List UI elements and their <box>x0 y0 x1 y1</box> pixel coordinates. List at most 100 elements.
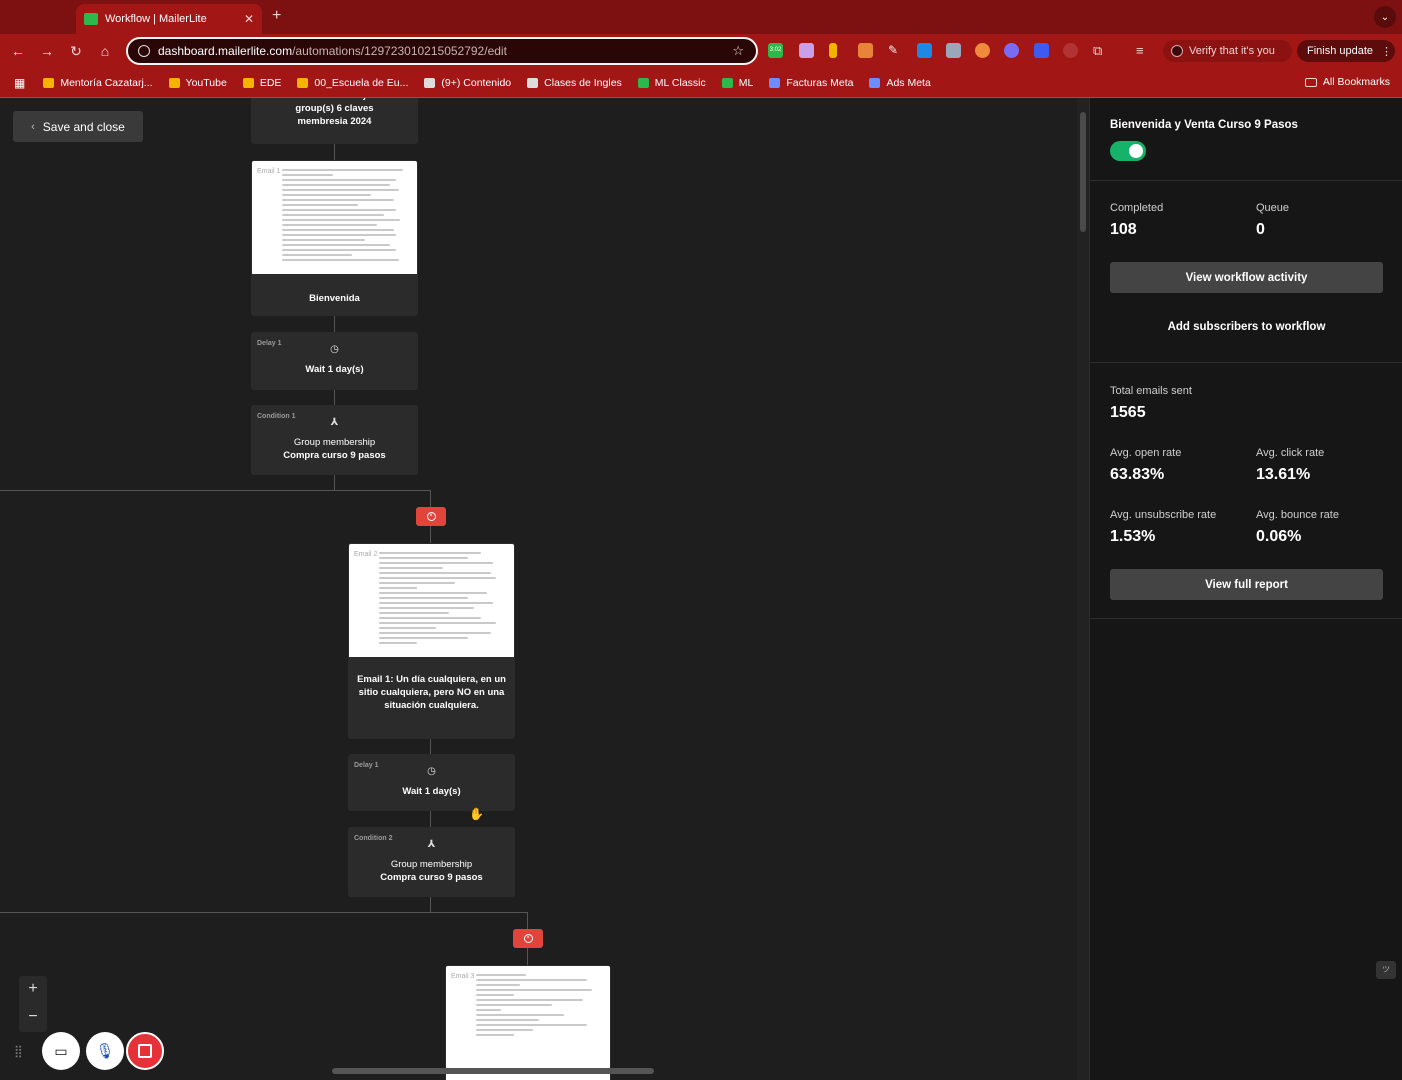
stop-recording-button[interactable] <box>126 1032 164 1070</box>
open-rate-label: Avg. open rate <box>1110 447 1182 459</box>
click-rate-label: Avg. click rate <box>1256 447 1325 459</box>
close-circle-icon: × <box>426 512 436 521</box>
trigger-node[interactable]: When subscriber joins group(s) 6 claves … <box>251 98 418 144</box>
condition-node-1[interactable]: Condition 1 ⅄ Group membership Compra cu… <box>251 405 418 475</box>
extension-camera-icon[interactable] <box>946 43 961 58</box>
bookmark-item[interactable]: 00_Escuela de Eu... <box>297 77 408 89</box>
bookmark-label: Ads Meta <box>886 76 931 89</box>
finish-update-button[interactable]: Finish update ⋮ <box>1297 40 1395 62</box>
extension-tag-icon[interactable] <box>1034 43 1049 58</box>
click-rate-value: 13.61% <box>1256 466 1311 483</box>
queue-label: Queue <box>1256 202 1290 214</box>
email-preview-thumbnail: Email 3 <box>446 966 610 1080</box>
widget-face-icon[interactable]: ツ <box>1376 961 1396 979</box>
workflow-name: Bienvenida y Venta Curso 9 Pasos <box>1110 119 1298 131</box>
back-arrow-icon[interactable]: ← <box>8 41 28 61</box>
bookmark-item[interactable]: EDE <box>242 77 281 89</box>
tab-search-chevron-icon[interactable]: ⌄ <box>1374 6 1396 28</box>
email-preview-thumbnail: Email 2 <box>349 544 514 657</box>
clock-icon: ◷ <box>427 766 436 777</box>
bookmark-item[interactable]: ML <box>721 77 753 89</box>
connector-line <box>430 739 431 754</box>
extension-arrow-icon[interactable] <box>917 43 932 58</box>
panel-divider <box>1090 180 1402 181</box>
bookmark-icon <box>869 77 881 88</box>
email-preview-lines <box>379 549 506 647</box>
bookmark-label: (9+) Contenido <box>441 76 512 89</box>
bookmark-item[interactable]: ML Classic <box>637 76 706 89</box>
extension-shield-icon[interactable] <box>1004 43 1019 58</box>
zoom-in-button[interactable]: + <box>19 976 47 1004</box>
delay-node-1[interactable]: Delay 1 ◷ Wait 1 day(s) <box>251 332 418 390</box>
scrollbar-thumb[interactable] <box>1080 112 1086 232</box>
canvas-horizontal-scrollbar[interactable] <box>332 1068 654 1074</box>
site-info-icon[interactable] <box>138 45 150 57</box>
bookmark-item[interactable]: (9+) Contenido <box>424 77 511 89</box>
recorder-grid-icon[interactable]: ⣿ <box>14 1044 28 1058</box>
condition-node-2[interactable]: Condition 2 ⅄ Group membership Compra cu… <box>348 827 515 897</box>
reload-icon[interactable]: ↻ <box>66 41 86 61</box>
close-tab-icon[interactable]: ✕ <box>244 12 254 26</box>
extension-bulb-icon[interactable] <box>829 43 837 58</box>
bookmark-label: Facturas Meta <box>786 76 854 89</box>
view-workflow-activity-button[interactable]: View workflow activity <box>1110 262 1383 293</box>
browser-tab[interactable]: Workflow | MailerLite ✕ <box>76 4 262 34</box>
remove-branch-button[interactable]: × <box>416 507 446 526</box>
all-bookmarks-link[interactable]: All Bookmarks <box>1304 76 1390 88</box>
bookmark-item[interactable]: Mentoría Cazatarj... <box>43 77 153 89</box>
bookmark-star-icon[interactable]: ☆ <box>732 43 744 59</box>
email-node-tag: Email 1 <box>257 168 281 175</box>
bookmark-item[interactable]: Clases de Ingles <box>527 77 622 89</box>
add-subscribers-link[interactable]: Add subscribers to workflow <box>1110 321 1383 333</box>
extension-fox-icon[interactable] <box>975 43 990 58</box>
home-icon[interactable]: ⌂ <box>95 41 115 61</box>
completed-value: 108 <box>1110 221 1137 238</box>
bookmark-label: YouTube <box>185 76 227 89</box>
extensions-puzzle-icon[interactable]: ⧉ <box>1093 43 1108 58</box>
camera-toggle-button[interactable]: ▭ <box>42 1032 80 1070</box>
extension-circle-icon[interactable] <box>1063 43 1078 58</box>
email-node-dia-cualquiera[interactable]: Email 2 Email 1: Un día cualquiera, en u… <box>348 543 515 739</box>
kebab-menu-icon[interactable]: ⋮ <box>1381 45 1392 58</box>
chevron-left-icon: ‹ <box>31 120 35 133</box>
workflow-enabled-toggle[interactable] <box>1110 141 1146 161</box>
email-preview-lines <box>476 971 602 1039</box>
canvas-vertical-scrollbar[interactable] <box>1077 98 1089 1080</box>
branch-icon: ⅄ <box>330 417 339 428</box>
profile-avatar-icon <box>1171 45 1183 57</box>
stop-icon <box>138 1044 152 1058</box>
extension-calendar-icon[interactable]: 3:02 <box>768 43 783 58</box>
new-tab-icon[interactable]: + <box>272 7 281 25</box>
remove-branch-button[interactable]: × <box>513 929 543 948</box>
extension-pen-icon[interactable]: ✎ <box>888 43 903 58</box>
address-bar[interactable]: dashboard.mailerlite.com/automations/129… <box>126 37 758 65</box>
verify-identity-chip[interactable]: Verify that it's you <box>1163 40 1292 62</box>
extension-lightning-icon[interactable] <box>858 43 873 58</box>
email-node-3[interactable]: Email 3 <box>445 965 611 1080</box>
hand-cursor-icon: ✋ <box>469 807 484 821</box>
bookmark-icon <box>168 77 180 88</box>
bookmark-icon <box>297 77 309 88</box>
workflow-canvas[interactable]: ‹ Save and close When subscriber joins g… <box>0 98 1077 1080</box>
view-full-report-button[interactable]: View full report <box>1110 569 1383 600</box>
bookmark-label: ML Classic <box>654 76 706 89</box>
connector-line <box>334 316 335 332</box>
microphone-toggle-button[interactable]: 🎙 <box>86 1032 124 1070</box>
branch-line <box>0 912 528 913</box>
delay-node-2[interactable]: Delay 1 ◷ Wait 1 day(s) <box>348 754 515 811</box>
extension-pinterest-icon[interactable] <box>799 43 814 58</box>
bookmark-item[interactable]: Facturas Meta <box>769 77 853 89</box>
condition-node-line1: Group membership <box>293 437 376 448</box>
tab-title: Workflow | MailerLite <box>105 13 207 25</box>
reading-list-icon[interactable]: ≡ <box>1136 43 1151 58</box>
bookmark-icon <box>424 77 436 88</box>
zoom-out-button[interactable]: − <box>19 1004 47 1032</box>
bookmark-item[interactable]: YouTube <box>168 76 227 89</box>
save-and-close-button[interactable]: ‹ Save and close <box>13 111 143 142</box>
apps-grid-icon[interactable]: ▦ <box>14 76 25 90</box>
bookmark-item[interactable]: Ads Meta <box>869 76 931 89</box>
forward-arrow-icon[interactable]: → <box>37 41 57 61</box>
branch-icon: ⅄ <box>427 839 436 850</box>
bookmark-label: 00_Escuela de Eu... <box>314 76 409 89</box>
email-node-bienvenida[interactable]: Email 1 Bienvenida <box>251 160 418 316</box>
